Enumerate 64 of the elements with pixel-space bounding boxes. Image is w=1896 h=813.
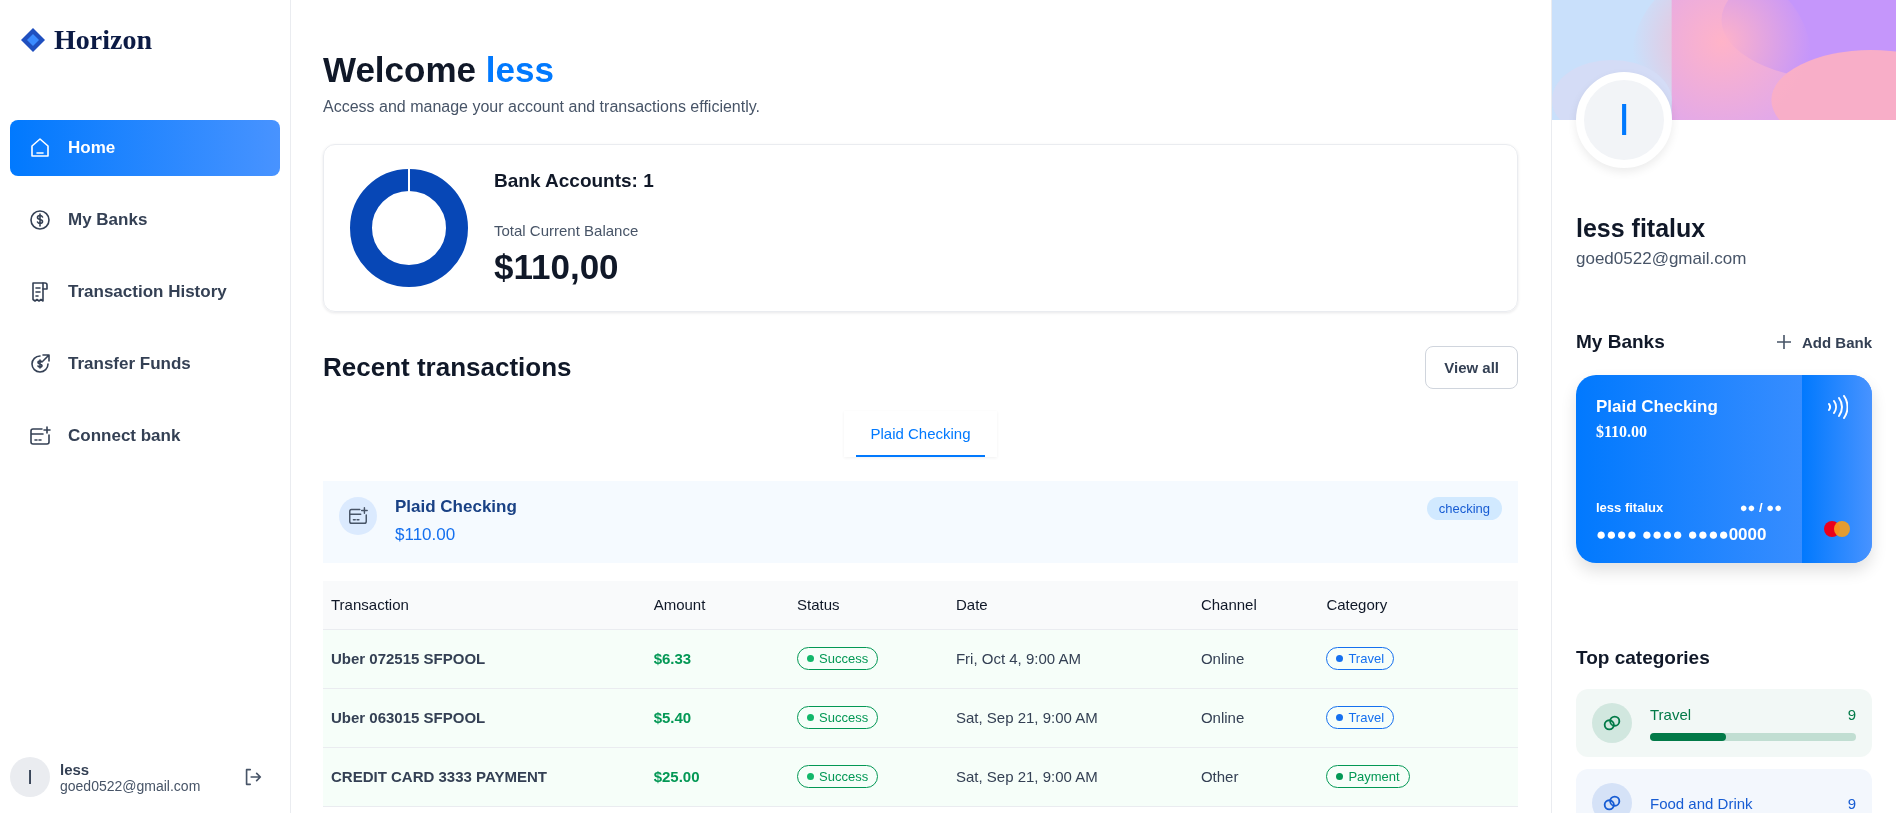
link-icon (1592, 783, 1632, 813)
balance-label: Total Current Balance (494, 221, 640, 239)
user-name: less (60, 760, 91, 778)
app-logo: Horizon (54, 24, 152, 56)
column-header: Date (947, 581, 1193, 629)
card-number: ●●●● ●●●● ●●●●0000 (1596, 525, 1768, 545)
transaction-name: CREDIT CARD 3333 PAYMENT (323, 747, 646, 806)
home-icon (28, 136, 52, 160)
user-email: goed0522@gmail.com (60, 777, 202, 794)
bank-card[interactable]: Plaid Checking $110.00 less fitalux ●● / ●● ●●●● ●●●● ●●●●0000 (1576, 375, 1872, 563)
nav-item[interactable]: Transaction History (10, 264, 280, 320)
transaction-date: Fri, Oct 4, 9:00 AM (947, 629, 1193, 688)
top-categories-title: Top categories (1576, 647, 1711, 669)
card-plus-icon (28, 424, 52, 448)
profile-name: less fitalux (1576, 214, 1707, 243)
transaction-name: Uber 072515 SFPOOL (323, 629, 646, 688)
dollar-icon (28, 208, 52, 232)
nav-item[interactable]: Connect bank (10, 408, 280, 464)
welcome-heading: Welcome less (323, 50, 555, 90)
transaction-channel: Online (1192, 629, 1319, 688)
card-plus-icon (339, 497, 377, 535)
column-header: Category (1318, 581, 1518, 629)
column-header: Status (789, 581, 948, 629)
transaction-date: Sat, Sep 21, 9:00 AM (947, 688, 1193, 747)
transaction-channel: Other (1192, 747, 1319, 806)
nav-item[interactable]: Transfer Funds (10, 336, 280, 392)
transaction-amount: $5.40 (645, 688, 790, 747)
card-balance: $110.00 (1596, 423, 1649, 441)
welcome-subtitle: Access and manage your account and transactions efficiently. (323, 98, 761, 116)
column-header: Amount (645, 581, 790, 629)
contactless-icon (1826, 395, 1848, 419)
card-network-icon (1821, 519, 1853, 539)
balance-amount: $110,00 (494, 246, 620, 287)
account-name: Plaid Checking (395, 497, 518, 517)
section-title: Recent transactions (323, 352, 572, 383)
dollar-arrow-icon (28, 352, 52, 376)
category-count: 9 (1847, 705, 1856, 723)
account-balance: $110.00 (395, 525, 457, 545)
nav-item[interactable]: My Banks (10, 192, 280, 248)
column-header: Transaction (323, 581, 646, 629)
logo-icon (20, 27, 46, 53)
transaction-amount: $25.00 (645, 747, 790, 806)
transaction-amount: $6.33 (645, 629, 790, 688)
card-expiry: ●● / ●● (1739, 500, 1782, 515)
category-count: 9 (1847, 794, 1856, 812)
card-bank-name: Plaid Checking (1596, 397, 1719, 417)
view-all-button[interactable]: View all (1425, 346, 1518, 389)
transaction-name: Uber 063015 SFPOOL (323, 688, 646, 747)
nav-item[interactable]: Home (10, 120, 280, 176)
account-tab[interactable]: Plaid Checking (844, 411, 997, 457)
my-banks-title: My Banks (1576, 331, 1665, 353)
user-avatar: I (10, 757, 50, 797)
add-bank-button[interactable]: Add Bank (1776, 333, 1872, 351)
profile-email: goed0522@gmail.com (1576, 249, 1748, 269)
category-name: Travel (1650, 705, 1692, 723)
transaction-date: Sat, Sep 21, 9:00 AM (947, 747, 1193, 806)
column-header: Channel (1192, 581, 1319, 629)
card-holder: less fitalux (1596, 500, 1664, 515)
plus-icon (1776, 334, 1792, 350)
account-type-tag: checking (1426, 497, 1502, 520)
link-icon (1592, 703, 1632, 743)
bank-accounts-count: Bank Accounts: 1 (494, 169, 654, 192)
category-name: Food and Drink (1650, 794, 1753, 812)
transaction-channel: Online (1192, 688, 1319, 747)
